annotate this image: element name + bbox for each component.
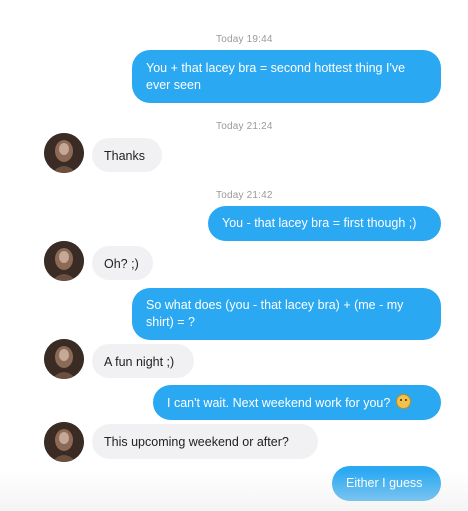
message-text-line: So what does (you - that lacey bra) + (m…: [146, 298, 404, 312]
message-text-line: shirt) = ?: [146, 315, 195, 329]
message-text: Oh? ;): [104, 257, 139, 271]
contact-avatar[interactable]: [44, 241, 84, 281]
contact-avatar[interactable]: [44, 133, 84, 173]
message-bubble-incoming[interactable]: A fun night ;): [92, 344, 194, 378]
message-bubble-incoming[interactable]: Thanks: [92, 138, 162, 172]
message-bubble-outgoing[interactable]: You - that lacey bra = first though ;): [208, 206, 441, 241]
message-bubble-outgoing[interactable]: I can't wait. Next weekend work for you?: [153, 385, 441, 420]
timestamp: Today 19:44: [216, 34, 273, 45]
avatar-photo-icon: [44, 241, 84, 281]
contact-avatar[interactable]: [44, 422, 84, 462]
message-text-line: You + that lacey bra = second hottest th…: [146, 61, 406, 75]
message-text: This upcoming weekend or after?: [104, 435, 289, 449]
message-bubble-outgoing[interactable]: So what does (you - that lacey bra) + (m…: [132, 288, 441, 340]
message-bubble-incoming[interactable]: Oh? ;): [92, 246, 153, 280]
chat-thread: Today 19:44 You + that lacey bra = secon…: [0, 0, 468, 511]
message-text-line: ever seen: [146, 78, 201, 92]
message-text: You - that lacey bra = first though ;): [222, 216, 417, 230]
message-text: A fun night ;): [104, 355, 175, 369]
grinning-face-emoji-icon: [395, 394, 411, 409]
avatar-photo-icon: [44, 133, 84, 173]
avatar-photo-icon: [44, 422, 84, 462]
contact-avatar[interactable]: [44, 339, 84, 379]
message-text: Either I guess: [346, 476, 423, 490]
message-text: I can't wait. Next weekend work for you?: [167, 396, 391, 410]
message-text: Thanks: [104, 149, 145, 163]
message-bubble-outgoing[interactable]: You + that lacey bra = second hottest th…: [132, 50, 441, 103]
timestamp: Today 21:24: [216, 121, 273, 132]
message-bubble-incoming[interactable]: This upcoming weekend or after?: [92, 424, 318, 459]
avatar-photo-icon: [44, 339, 84, 379]
message-bubble-outgoing[interactable]: Either I guess: [332, 466, 441, 501]
timestamp: Today 21:42: [216, 190, 273, 201]
